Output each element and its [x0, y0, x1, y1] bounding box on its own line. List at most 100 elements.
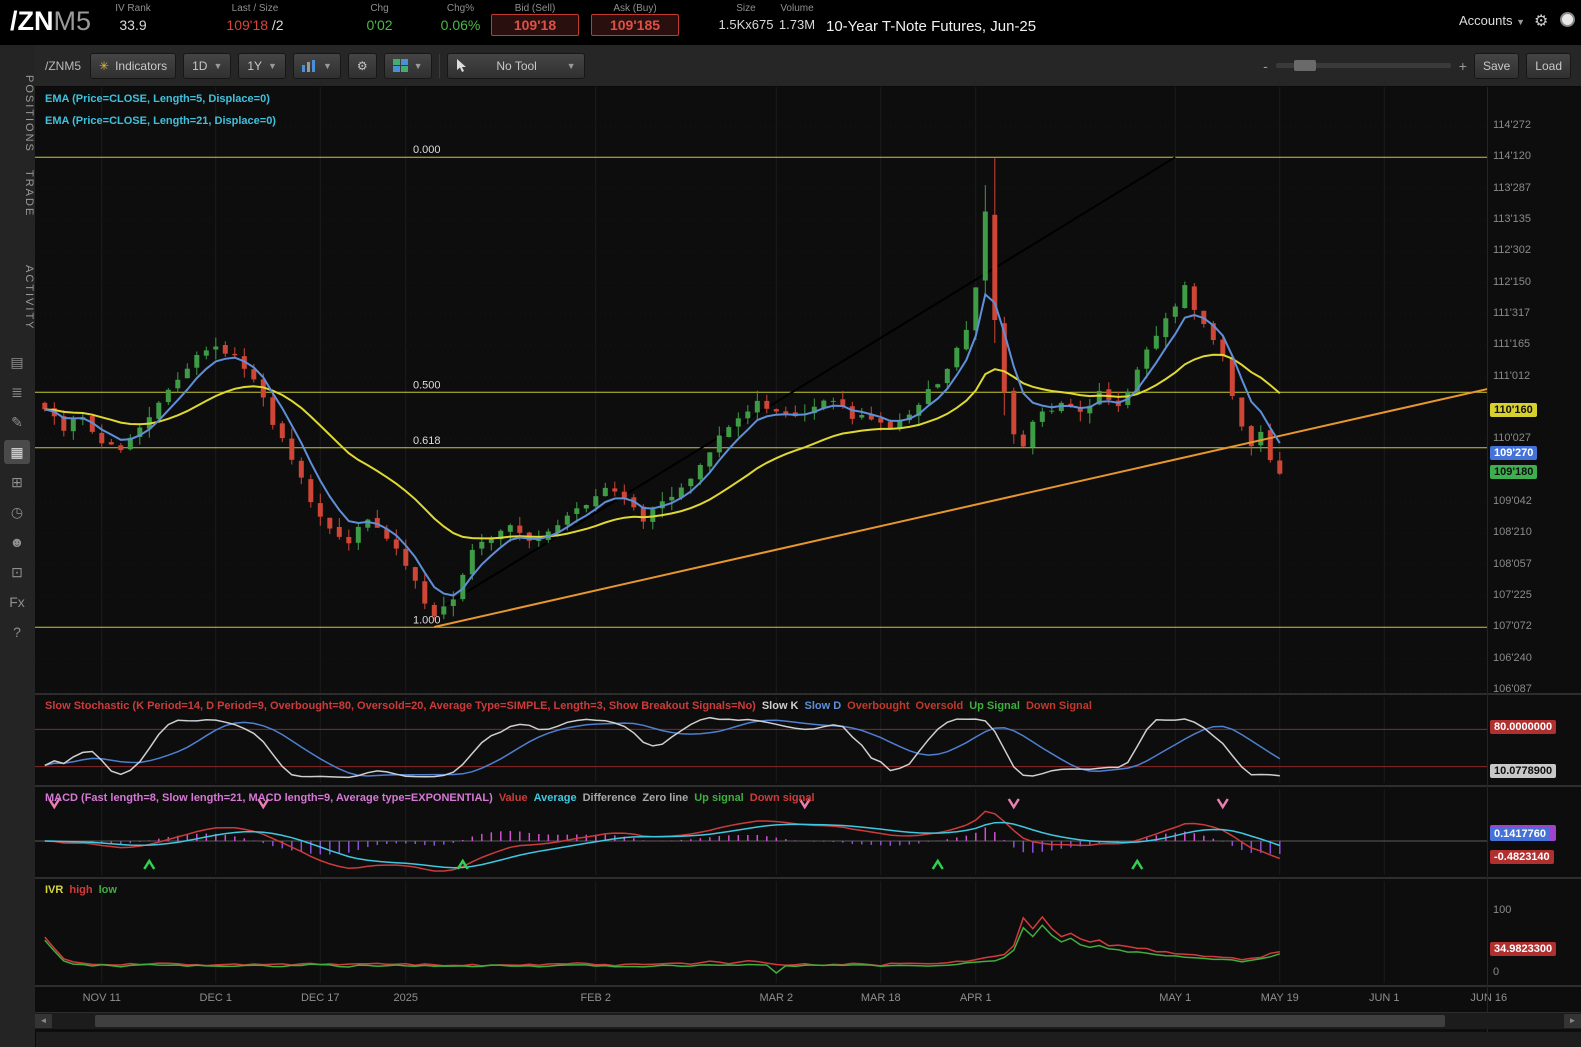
chart-type-icon [302, 60, 317, 72]
chart-settings-button[interactable]: ⚙ [348, 53, 377, 79]
macd-study-label[interactable]: MACD (Fast length=8, Slow length=21, MAC… [45, 792, 821, 804]
legend-item: Value [499, 792, 528, 804]
ema5-study-label[interactable]: EMA (Price=CLOSE, Length=5, Displace=0) [45, 93, 270, 105]
macd-axis-badge: 0.1417760 [1490, 827, 1550, 841]
fx-icon[interactable]: Fx [4, 590, 30, 614]
panel-separator[interactable] [35, 785, 1581, 787]
header-gear-icon[interactable]: ⚙ [1534, 11, 1548, 31]
zoom-slider[interactable] [1276, 63, 1451, 68]
sidebar-tab-positions[interactable]: POSITIONS [0, 75, 35, 153]
price-chart[interactable]: 0.0000.5000.6181.000 [35, 87, 1487, 693]
ivr-axis-badge: 34.9823300 [1490, 942, 1556, 956]
time-axis-label: MAY 1 [1140, 992, 1210, 1004]
ivr-study-label[interactable]: IVR highlow [45, 884, 123, 896]
price-axis-label: 110'027 [1493, 432, 1531, 444]
iv-rank-field: IV Rank33.9 [98, 3, 168, 33]
scroll-left-button[interactable]: ◄ [35, 1014, 52, 1028]
horizontal-scrollbar[interactable]: ◄ ► [35, 1012, 1581, 1029]
study-title: IVR [45, 884, 63, 896]
help-icon[interactable]: ? [4, 620, 30, 644]
top-header: /ZNM5 IV Rank33.9 Last / Size 109'18 /2 … [0, 0, 1581, 45]
time-axis-label: MAR 18 [846, 992, 916, 1004]
price-axis-badge: 109'180 [1490, 465, 1537, 479]
price-axis-label: 112'150 [1493, 276, 1531, 288]
zoom-slider-thumb[interactable] [1294, 60, 1316, 71]
notes-icon[interactable]: ✎ [4, 410, 30, 434]
time-axis-label: APR 1 [941, 992, 1011, 1004]
monitor-icon[interactable]: ▤ [4, 350, 30, 374]
price-axis-badge: 109'270 [1490, 446, 1537, 460]
app-circle-icon[interactable] [1560, 12, 1575, 27]
cursor-icon [456, 59, 467, 72]
price-axis-label: 111'165 [1493, 338, 1530, 350]
bid-field: Bid (Sell) 109'18 [489, 3, 581, 36]
chart-icon[interactable]: ▦ [4, 440, 30, 464]
toolbar-symbol: /ZNM5 [45, 59, 81, 73]
timeframe-dropdown[interactable]: 1D▼ [183, 53, 231, 79]
stochastic-study-label[interactable]: Slow Stochastic (K Period=14, D Period=9… [45, 700, 1098, 712]
ask-field: Ask (Buy) 109'185 [589, 3, 681, 36]
study-title: Slow Stochastic (K Period=14, D Period=9… [45, 700, 756, 712]
ema21-study-label[interactable]: EMA (Price=CLOSE, Length=21, Displace=0) [45, 115, 276, 127]
legend-item: Slow D [805, 700, 842, 712]
grid-icon[interactable]: ⊞ [4, 470, 30, 494]
scroll-right-button[interactable]: ► [1564, 1014, 1581, 1028]
orders-icon[interactable]: ≣ [4, 380, 30, 404]
range-dropdown[interactable]: 1Y▼ [238, 53, 286, 79]
panel-separator[interactable] [35, 877, 1581, 879]
save-button[interactable]: Save [1474, 53, 1519, 79]
indicators-icon: ✳ [99, 59, 109, 73]
panel-separator [35, 985, 1581, 987]
zoom-in-button[interactable]: + [1459, 58, 1467, 74]
chart-type-dropdown[interactable]: ▼ [293, 53, 341, 79]
scrollbar-thumb[interactable] [95, 1015, 1445, 1027]
zoom-out-button[interactable]: - [1263, 58, 1268, 74]
sidebar-tab-trade[interactable]: TRADE [0, 170, 35, 217]
price-axis-label: 113'135 [1493, 213, 1531, 225]
box-icon[interactable]: ⊡ [4, 560, 30, 584]
ivr-axis-label: 0 [1493, 966, 1499, 978]
price-axis-label: 114'120 [1493, 150, 1531, 162]
legend-item: Average [534, 792, 577, 804]
stochastic-axis-badge: 80.0000000 [1490, 720, 1556, 734]
ivr-panel[interactable] [35, 881, 1487, 983]
bid-button[interactable]: 109'18 [491, 14, 579, 36]
price-axis-label: 112'302 [1493, 244, 1531, 256]
price-axis-label: 109'042 [1493, 495, 1532, 507]
time-axis-label: DEC 1 [181, 992, 251, 1004]
stochastic-axis-badge: 10.0778900 [1490, 764, 1556, 778]
price-axis-label: 106'087 [1493, 683, 1532, 695]
sidebar-tab-activity[interactable]: ACTIVITY [0, 265, 35, 331]
time-axis-label: 2025 [371, 992, 441, 1004]
legend-item: Difference [583, 792, 637, 804]
study-title: MACD (Fast length=8, Slow length=21, MAC… [45, 792, 493, 804]
legend-item: Zero line [642, 792, 688, 804]
price-axis-label: 111'317 [1493, 307, 1530, 319]
price-axis-badge: 110'160 [1490, 403, 1537, 417]
people-icon[interactable]: ☻ [4, 530, 30, 554]
price-axis: 114'272114'120113'287113'135112'302112'1… [1487, 87, 1581, 1032]
legend-item: low [99, 884, 117, 896]
price-axis-label: 108'057 [1493, 558, 1532, 570]
load-button[interactable]: Load [1526, 53, 1571, 79]
time-axis-label: MAR 2 [741, 992, 811, 1004]
panel-separator[interactable] [35, 693, 1581, 695]
chart-area: 0.0000.5000.6181.000 EMA (Price=CLOSE, L… [35, 87, 1581, 1032]
legend-item: Up signal [694, 792, 744, 804]
time-axis-label: FEB 2 [561, 992, 631, 1004]
grid-layout-dropdown[interactable]: ▼ [384, 53, 432, 79]
time-axis-label: DEC 17 [285, 992, 355, 1004]
clock-icon[interactable]: ◷ [4, 500, 30, 524]
ask-button[interactable]: 109'185 [591, 14, 679, 36]
indicators-button[interactable]: ✳ Indicators [90, 53, 176, 79]
macd-axis-badge: -0.4823140 [1490, 850, 1554, 864]
last-size-field: Last / Size 109'18 /2 [196, 3, 314, 33]
legend-item: high [69, 884, 92, 896]
accounts-dropdown[interactable]: Accounts ▼ [1459, 13, 1525, 28]
ivr-axis-label: 100 [1493, 904, 1511, 916]
price-axis-label: 114'272 [1493, 119, 1531, 131]
price-axis-label: 108'210 [1493, 526, 1532, 538]
drawing-tool-dropdown[interactable]: No Tool▼ [447, 53, 585, 79]
price-axis-label: 107'072 [1493, 620, 1532, 632]
zoom-control: - + [1263, 58, 1467, 74]
